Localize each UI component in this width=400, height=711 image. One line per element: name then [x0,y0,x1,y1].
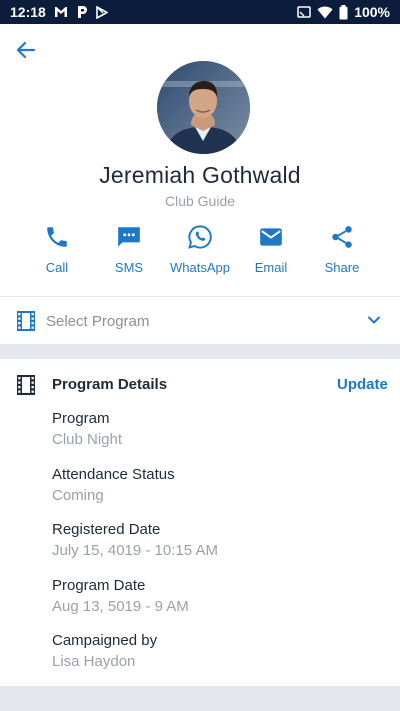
gmail-icon [54,7,67,17]
contact-role: Club Guide [164,193,236,209]
field-campaigned-by: Campaigned by Lisa Haydon [52,632,372,670]
wifi-icon [317,6,333,18]
field-attendance-status: Attendance Status Coming [52,466,372,504]
share-label: Share [324,260,360,275]
field-program: Program Club Night [52,410,372,448]
field-value: Club Night [52,431,123,448]
share-icon [332,226,352,248]
whatsapp-label: WhatsApp [170,260,230,275]
whatsapp-button[interactable]: WhatsApp [160,222,240,278]
share-button[interactable]: Share [302,222,382,278]
cast-icon [297,6,311,18]
section-separator [0,344,400,359]
email-button[interactable]: Email [231,222,311,278]
status-time: 12:18 [10,4,46,20]
call-button[interactable]: Call [17,222,97,278]
film-icon [17,375,35,395]
field-label: Program [52,410,110,427]
avatar [157,61,250,154]
film-icon [17,311,35,331]
status-bar: 12:18 100% [0,0,400,24]
whatsapp-icon [188,225,212,249]
contact-name: Jeremiah Gothwald [99,162,301,188]
field-value: Lisa Haydon [52,653,136,670]
field-value: Coming [52,487,104,504]
field-label: Attendance Status [52,466,175,483]
battery-icon [339,4,348,19]
contact-actions: Call SMS WhatsApp Email Share [0,222,400,278]
field-value: Aug 13, 5019 - 9 AM [52,598,189,615]
back-button[interactable] [14,38,38,62]
phone-icon [47,227,67,247]
sms-icon [118,227,140,247]
field-program-date: Program Date Aug 13, 5019 - 9 AM [52,577,372,615]
email-label: Email [254,260,288,275]
field-registered-date: Registered Date July 15, 4019 - 10:15 AM [52,521,372,559]
arrow-left-icon [16,41,36,59]
parking-icon [77,6,87,18]
program-select-placeholder: Select Program [46,313,150,330]
field-value: July 15, 4019 - 10:15 AM [52,542,218,559]
field-label: Registered Date [52,521,161,538]
sms-label: SMS [114,260,144,275]
chevron-down-icon [368,316,380,324]
battery-percent: 100% [354,4,390,20]
email-icon [260,228,282,246]
field-label: Program Date [52,577,146,594]
bottom-separator [0,686,400,711]
update-button[interactable]: Update [337,376,388,393]
call-label: Call [45,260,69,275]
field-label: Campaigned by [52,632,158,649]
play-store-icon [96,5,108,19]
sms-button[interactable]: SMS [89,222,169,278]
program-details-title: Program Details [52,376,168,393]
program-select[interactable]: Select Program [0,297,400,344]
